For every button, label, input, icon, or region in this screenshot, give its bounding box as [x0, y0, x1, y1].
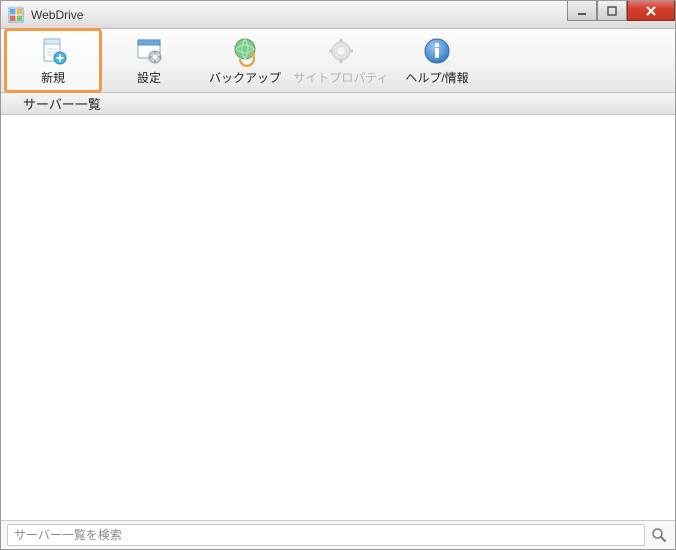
toolbar-item-label: 新規	[41, 69, 65, 86]
info-icon	[421, 35, 453, 67]
toolbar-site-properties-button: サイトプロパティ	[293, 29, 389, 92]
globe-sync-icon	[229, 35, 261, 67]
toolbar-item-label: ヘルプ/情報	[405, 69, 468, 86]
close-button[interactable]	[627, 1, 675, 21]
search-bar	[1, 521, 675, 549]
gear-icon	[325, 35, 357, 67]
app-window: WebDrive	[0, 0, 676, 550]
titlebar: WebDrive	[1, 1, 675, 29]
maximize-button[interactable]	[597, 1, 627, 21]
server-list[interactable]	[1, 115, 675, 521]
toolbar-settings-button[interactable]: 設定	[101, 29, 197, 92]
toolbar-item-label: バックアップ	[209, 69, 281, 86]
toolbar: 新規 設定	[1, 29, 675, 93]
settings-window-icon	[133, 35, 165, 67]
toolbar-item-label: 設定	[137, 69, 161, 86]
toolbar-new-button[interactable]: 新規	[5, 29, 101, 92]
panel-title: サーバー一覧	[23, 94, 101, 113]
document-add-icon	[37, 35, 69, 67]
window-title: WebDrive	[31, 8, 83, 22]
minimize-button[interactable]	[567, 1, 597, 21]
search-icon[interactable]	[649, 525, 669, 545]
search-input[interactable]	[7, 524, 645, 546]
toolbar-backup-button[interactable]: バックアップ	[197, 29, 293, 92]
window-controls	[567, 1, 675, 21]
server-list-header: サーバー一覧	[1, 93, 675, 115]
toolbar-help-button[interactable]: ヘルプ/情報	[389, 29, 485, 92]
toolbar-item-label: サイトプロパティ	[293, 69, 388, 86]
app-icon	[7, 6, 25, 24]
